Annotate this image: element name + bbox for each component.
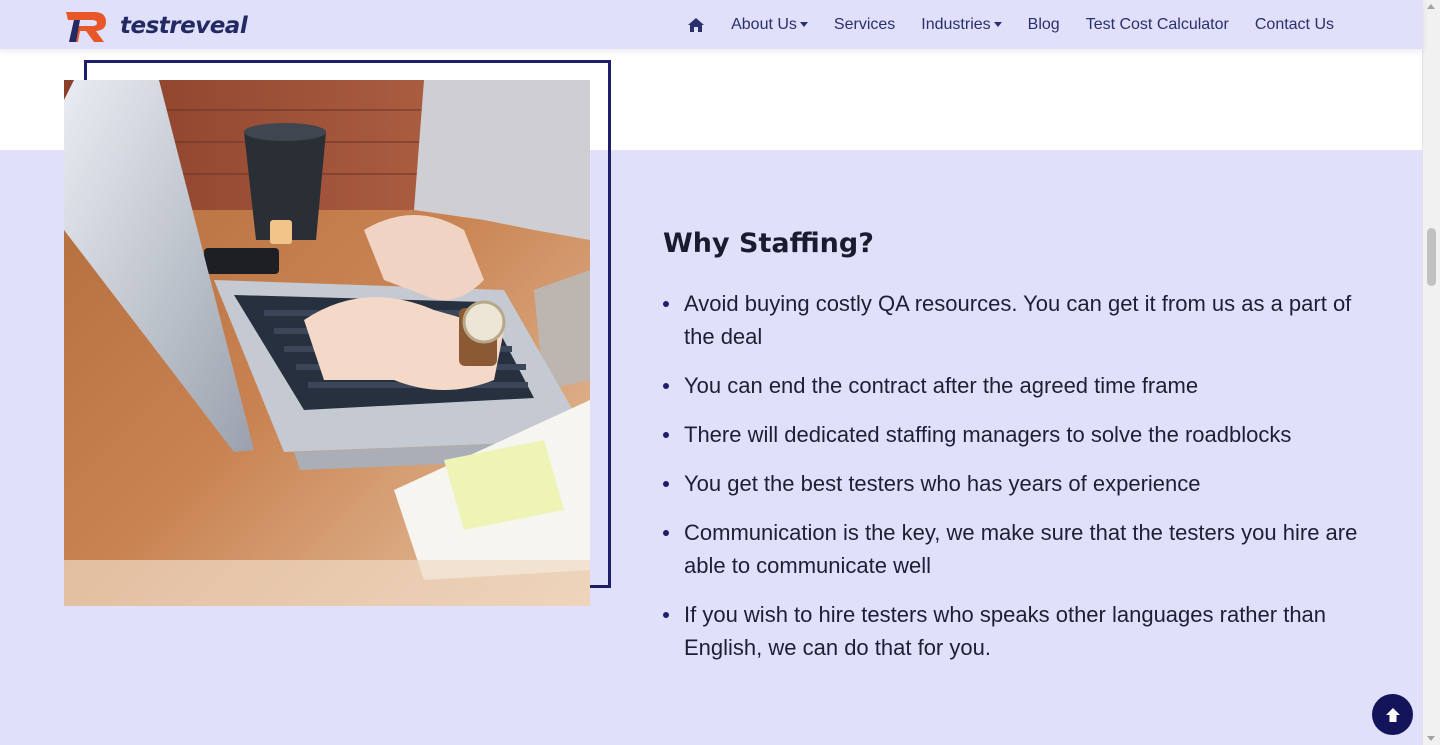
nav-blog-label: Blog [1027,15,1060,33]
logo-mark-icon [66,12,106,42]
laptop-photo-illustration [64,80,590,606]
brand-name: testreveal [120,13,248,39]
nav-services[interactable]: Services [821,16,908,34]
list-item: Communication is the key, we make sure t… [663,516,1374,582]
list-item: Avoid buying costly QA resources. You ca… [663,287,1374,353]
chevron-down-icon [799,22,808,27]
vertical-scrollbar[interactable] [1422,0,1440,745]
nav-contact-us-label: Contact Us [1254,15,1334,33]
scroll-down-icon[interactable] [1427,736,1435,741]
nav-home[interactable] [674,17,718,33]
list-item: You can end the contract after the agree… [663,369,1374,402]
list-item: If you wish to hire testers who speaks o… [663,598,1374,664]
benefits-list: Avoid buying costly QA resources. You ca… [663,287,1374,680]
list-item: There will dedicated staffing managers t… [663,418,1374,451]
nav-test-cost-calculator[interactable]: Test Cost Calculator [1073,16,1242,34]
brand-logo[interactable]: testreveal [64,8,248,44]
nav-about-us[interactable]: About Us [718,16,821,34]
scrollbar-thumb[interactable] [1427,228,1436,286]
nav-industries[interactable]: Industries [908,16,1014,34]
nav-industries-label: Industries [921,15,991,33]
navbar: testreveal About Us Services Industries … [0,0,1423,49]
back-to-top-button[interactable] [1372,694,1413,735]
arrow-up-icon [1385,707,1400,722]
scroll-up-icon[interactable] [1427,4,1435,9]
laptop-photo [64,80,590,606]
page: testreveal About Us Services Industries … [0,0,1423,745]
chevron-down-icon [993,22,1002,27]
nav-services-label: Services [833,15,896,33]
list-item: You get the best testers who has years o… [663,467,1374,500]
nav-contact-us[interactable]: Contact Us [1242,16,1347,34]
nav-blog[interactable]: Blog [1015,16,1073,34]
nav-links: About Us Services Industries Blog Test C… [674,0,1347,49]
nav-test-cost-calculator-label: Test Cost Calculator [1085,15,1229,33]
home-icon [688,17,705,32]
nav-about-us-label: About Us [731,15,797,33]
section-heading: Why Staffing? [663,228,874,259]
